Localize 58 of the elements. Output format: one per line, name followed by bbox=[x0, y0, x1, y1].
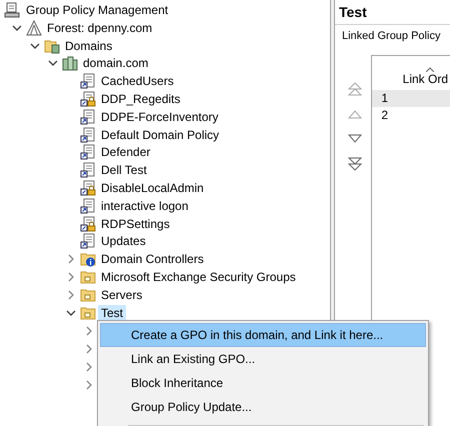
scroll-link-icon bbox=[80, 126, 96, 143]
folder-icon bbox=[80, 269, 96, 286]
expand-chevron-icon[interactable] bbox=[84, 344, 94, 354]
tree-item[interactable]: Dell Test bbox=[98, 162, 150, 178]
triangle-icon bbox=[26, 20, 42, 36]
scroll-link-icon bbox=[80, 233, 96, 250]
menu-item[interactable]: Group Policy Update... bbox=[100, 395, 426, 419]
tree-item[interactable]: domain.com bbox=[80, 55, 152, 72]
tree-item[interactable]: Microsoft Exchange Security Groups bbox=[98, 269, 299, 286]
tree-item[interactable]: interactive logon bbox=[98, 198, 192, 214]
collapse-chevron-icon[interactable] bbox=[30, 40, 40, 51]
tree-item[interactable]: Updates bbox=[98, 233, 149, 250]
sort-icon bbox=[426, 67, 434, 72]
tree-item[interactable]: Forest: dpenny.com bbox=[44, 20, 156, 36]
folder-info-icon bbox=[80, 251, 96, 268]
scroll-lock-icon bbox=[80, 180, 96, 196]
pane-title: Test bbox=[335, 0, 450, 25]
scroll-lock-icon bbox=[80, 216, 96, 232]
tree-item[interactable]: Test bbox=[98, 304, 126, 321]
move-top-icon[interactable] bbox=[347, 81, 363, 97]
expand-chevron-icon[interactable] bbox=[66, 272, 76, 282]
expand-chevron-icon[interactable] bbox=[84, 362, 94, 372]
tree-item[interactable]: Servers bbox=[98, 286, 146, 303]
tree-item[interactable]: DDP_Regedits bbox=[98, 91, 184, 108]
menu-item[interactable]: Block Inheritance bbox=[100, 371, 426, 395]
tree-item[interactable]: Default Domain Policy bbox=[98, 126, 222, 143]
tree-item[interactable]: Defender bbox=[98, 144, 154, 160]
table-cell[interactable]: 2 bbox=[372, 107, 450, 124]
tree-item[interactable]: DisableLocalAdmin bbox=[98, 180, 207, 196]
table-cell[interactable]: 1 bbox=[372, 90, 450, 107]
tab-label[interactable]: Linked Group Policy bbox=[335, 25, 450, 47]
tree-item[interactable]: Domain Controllers bbox=[98, 251, 207, 268]
folder-icon bbox=[80, 304, 96, 321]
collapse-chevron-icon[interactable] bbox=[66, 308, 76, 318]
scroll-link-icon bbox=[80, 73, 96, 90]
tree-item[interactable]: DDPE-ForceInventory bbox=[98, 108, 222, 125]
collapse-chevron-icon[interactable] bbox=[48, 58, 58, 68]
scroll-link-icon bbox=[80, 162, 96, 178]
scroll-lock-icon bbox=[80, 91, 96, 108]
menu-item[interactable]: Link an Existing GPO... bbox=[100, 347, 426, 371]
tree-item[interactable]: RDPSettings bbox=[98, 216, 173, 232]
scroll-link-icon bbox=[80, 108, 96, 125]
folder-icon bbox=[80, 286, 96, 303]
collapse-chevron-icon[interactable] bbox=[12, 22, 22, 33]
scroll-link-icon bbox=[80, 144, 96, 160]
tree-item[interactable]: Domains bbox=[62, 38, 116, 54]
folder-servers-icon bbox=[44, 38, 60, 54]
tree-root[interactable]: Group Policy Management bbox=[26, 3, 168, 17]
move-bottom-icon[interactable] bbox=[347, 156, 363, 172]
servers-icon bbox=[62, 55, 78, 72]
tree-item[interactable]: CachedUsers bbox=[98, 73, 177, 90]
scroll-link-icon bbox=[80, 198, 96, 214]
expand-chevron-icon[interactable] bbox=[66, 290, 76, 300]
column-header[interactable]: Link Ord bbox=[402, 72, 448, 86]
expand-chevron-icon[interactable] bbox=[84, 380, 94, 390]
menu-item[interactable]: Create a GPO in this domain, and Link it here... bbox=[100, 323, 426, 347]
expand-chevron-icon[interactable] bbox=[66, 254, 76, 264]
expand-chevron-icon[interactable] bbox=[84, 326, 94, 336]
